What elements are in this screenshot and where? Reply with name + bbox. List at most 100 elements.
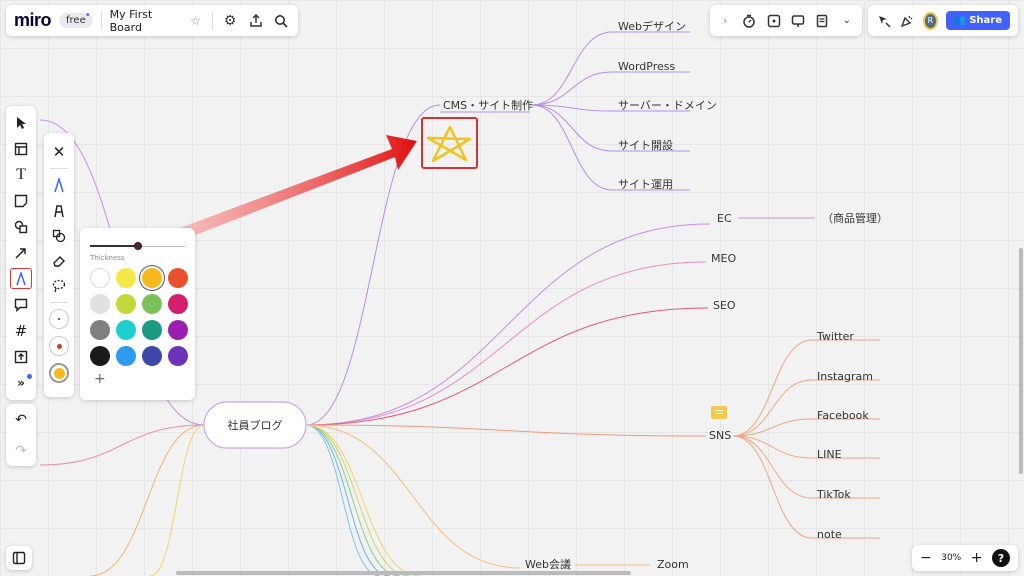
upload-icon[interactable] <box>10 346 32 367</box>
sidebar-toggle-icon <box>12 551 26 565</box>
node-cms[interactable]: CMS・サイト制作 <box>443 99 533 112</box>
comment-tool-icon[interactable] <box>10 294 32 315</box>
node-sns-child[interactable]: TikTok <box>816 488 851 501</box>
node-cms-child[interactable]: サーバー・ドメイン <box>618 99 717 112</box>
node-ec-child[interactable]: （商品管理） <box>822 211 888 225</box>
stroke-size-medium[interactable] <box>49 336 69 356</box>
stroke-size-large[interactable] <box>49 363 69 383</box>
mindmap-nodes: CMS・サイト制作 Webデザイン WordPress サーバー・ドメインサイト開設サ… <box>443 19 888 571</box>
node-sns-child[interactable]: LINE <box>817 448 842 461</box>
color-swatch[interactable] <box>168 294 188 314</box>
branch-cms-child <box>531 104 613 152</box>
main-toolbar: T # » <box>6 106 36 400</box>
reactions-icon[interactable] <box>765 11 783 31</box>
divider <box>212 11 214 30</box>
root-node-label[interactable]: 社員ブログ <box>228 418 283 432</box>
frame-icon[interactable]: # <box>10 320 32 341</box>
eraser-icon[interactable] <box>48 250 70 271</box>
celebrate-icon[interactable] <box>899 11 914 31</box>
thickness-slider[interactable] <box>90 240 185 252</box>
chevron-right-icon[interactable]: › <box>716 11 734 31</box>
gear-icon[interactable]: ⚙ <box>221 11 239 31</box>
add-color-button[interactable]: + <box>90 371 185 387</box>
color-swatch[interactable] <box>142 268 162 288</box>
board-panel-toggle[interactable] <box>6 546 32 570</box>
color-swatch[interactable] <box>168 268 188 288</box>
node-sns-child[interactable]: note <box>817 528 842 541</box>
branch-cms-child <box>531 104 613 191</box>
pen-tool-icon[interactable] <box>48 175 70 196</box>
zoom-in-button[interactable]: + <box>971 550 983 566</box>
pen-icon[interactable] <box>10 268 32 289</box>
node-cms-child[interactable]: WordPress <box>618 60 675 73</box>
undo-icon[interactable]: ↶ <box>10 409 32 430</box>
branch-left <box>89 424 205 576</box>
node-sns-child[interactable]: Facebook <box>817 409 869 422</box>
branch-offscreen <box>305 424 381 576</box>
follow-cursor-icon[interactable] <box>876 11 891 31</box>
search-icon[interactable] <box>272 11 290 31</box>
drawn-star[interactable] <box>426 125 472 163</box>
color-swatch[interactable] <box>142 294 162 314</box>
color-swatch[interactable] <box>116 294 136 314</box>
text-icon[interactable]: T <box>10 164 32 185</box>
top-left-bar: miro free My First Board ☆ ⚙ <box>6 5 298 36</box>
color-swatch[interactable] <box>116 268 136 288</box>
stroke-size-small[interactable] <box>49 309 69 329</box>
node-web-meeting[interactable]: Web会議 <box>525 557 571 571</box>
sticky-note-icon[interactable] <box>10 190 32 211</box>
node-cms-child[interactable]: サイト運用 <box>618 178 673 191</box>
slider-knob[interactable] <box>133 242 142 250</box>
chevron-down-icon[interactable]: ⌄ <box>838 11 856 31</box>
branch-sns-child <box>732 435 813 539</box>
color-swatch[interactable] <box>116 320 136 340</box>
top-collab-bar: › ⌄ <box>710 5 862 36</box>
horizontal-scrollbar[interactable] <box>176 571 631 575</box>
zoom-level[interactable]: 30% <box>941 553 961 563</box>
highlighter-icon[interactable] <box>48 200 70 221</box>
color-swatch[interactable] <box>90 346 110 366</box>
templates-icon[interactable] <box>10 138 32 159</box>
notes-icon[interactable] <box>813 11 831 31</box>
export-icon[interactable] <box>247 11 265 31</box>
lasso-icon[interactable] <box>48 275 70 296</box>
color-swatch[interactable] <box>90 320 110 340</box>
comment-icon[interactable] <box>711 406 727 419</box>
redo-icon[interactable]: ↷ <box>10 440 32 461</box>
share-button[interactable]: 👥 Share <box>945 11 1011 30</box>
close-icon[interactable]: ✕ <box>48 141 70 162</box>
branch-cms-child <box>531 31 613 106</box>
node-seo[interactable]: SEO <box>713 299 736 312</box>
node-sns[interactable]: SNS <box>709 429 731 442</box>
help-button[interactable]: ? <box>991 549 1010 567</box>
node-sns-child[interactable]: Instagram <box>817 370 873 383</box>
color-swatch[interactable] <box>168 346 188 366</box>
timer-icon[interactable] <box>740 11 758 31</box>
node-cms-child[interactable]: Webデザイン <box>618 19 686 33</box>
present-icon[interactable] <box>789 11 807 31</box>
color-swatch[interactable] <box>90 294 110 314</box>
node-cms-child[interactable]: サイト開設 <box>618 138 673 152</box>
color-swatch[interactable] <box>142 346 162 366</box>
node-meo[interactable]: MEO <box>711 252 736 265</box>
vertical-scrollbar[interactable] <box>1019 248 1023 474</box>
zoom-out-button[interactable]: − <box>920 550 932 566</box>
more-tools-icon[interactable]: » <box>10 372 32 393</box>
color-swatch[interactable] <box>142 320 162 340</box>
branch-meo <box>305 261 707 426</box>
node-ec[interactable]: EC <box>717 212 732 225</box>
avatar[interactable]: R <box>922 11 938 30</box>
color-swatch[interactable] <box>90 268 110 288</box>
color-swatch[interactable] <box>168 320 188 340</box>
shapes-icon[interactable] <box>10 216 32 237</box>
arrow-cursor-icon[interactable] <box>10 112 32 133</box>
smart-drawing-icon[interactable] <box>48 225 70 246</box>
plan-badge[interactable]: free <box>59 10 93 28</box>
board-title[interactable]: My First Board <box>110 8 179 34</box>
star-icon[interactable]: ☆ <box>187 11 205 31</box>
color-swatch[interactable] <box>116 346 136 366</box>
node-sns-child[interactable]: Twitter <box>816 330 854 343</box>
node-zoom[interactable]: Zoom <box>657 558 689 571</box>
connector-arrow-icon[interactable] <box>10 242 32 263</box>
miro-logo[interactable]: miro <box>14 10 52 31</box>
